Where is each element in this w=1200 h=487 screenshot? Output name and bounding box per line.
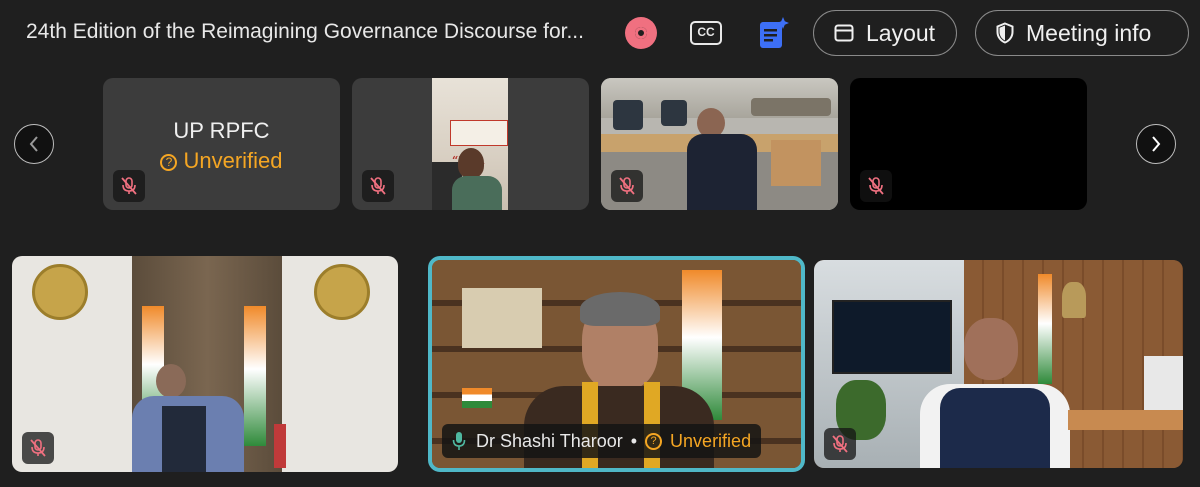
participant-tile[interactable]: “PRA: [352, 78, 589, 210]
mic-off-icon: [113, 170, 145, 202]
meeting-top-bar: 24th Edition of the Reimagining Governan…: [0, 0, 1200, 66]
participant-tile[interactable]: [12, 256, 398, 472]
mic-off-icon: [22, 432, 54, 464]
participant-name: Dr Shashi Tharoor: [476, 430, 623, 451]
layout-icon: [834, 24, 854, 42]
layout-label: Layout: [866, 19, 936, 46]
mic-off-icon: [362, 170, 394, 202]
carousel-next-button[interactable]: [1136, 124, 1176, 164]
mic-off-icon: [611, 170, 643, 202]
participant-tile[interactable]: [814, 260, 1183, 468]
captions-button[interactable]: CC: [690, 21, 722, 45]
shield-icon: [996, 22, 1014, 44]
layout-button[interactable]: Layout: [813, 10, 957, 56]
mic-on-icon: [452, 432, 466, 450]
participant-video: [814, 260, 1183, 468]
recording-icon[interactable]: [625, 17, 657, 49]
active-speaker-tile[interactable]: Dr Shashi Tharoor • ? Unverified: [428, 256, 805, 472]
mic-off-icon: [824, 428, 856, 460]
participant-tile[interactable]: [601, 78, 838, 210]
meeting-info-label: Meeting info: [1026, 19, 1152, 46]
participant-video: [12, 256, 398, 472]
participant-tile[interactable]: [850, 78, 1087, 210]
question-icon: ?: [645, 432, 663, 450]
chevron-left-icon: [29, 136, 38, 152]
question-icon: ?: [160, 154, 178, 171]
participant-tile[interactable]: UP RPFC ? Unverified: [103, 78, 340, 210]
speaker-name-tag: Dr Shashi Tharoor • ? Unverified: [442, 424, 762, 458]
chevron-right-icon: [1152, 136, 1161, 152]
meeting-info-button[interactable]: Meeting info: [975, 10, 1189, 56]
unverified-status: Unverified: [670, 430, 752, 451]
carousel-prev-button[interactable]: [14, 124, 54, 164]
meeting-title: 24th Edition of the Reimagining Governan…: [26, 20, 584, 43]
participant-name: UP RPFC: [173, 118, 270, 143]
participant-video: “PRA: [432, 78, 508, 210]
take-notes-icon[interactable]: [758, 16, 790, 50]
mic-off-icon: [860, 170, 892, 202]
